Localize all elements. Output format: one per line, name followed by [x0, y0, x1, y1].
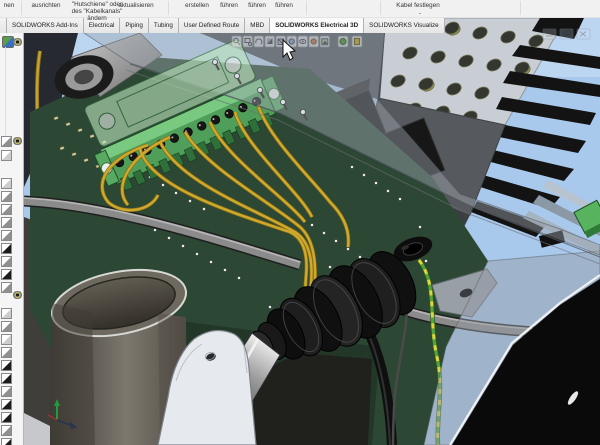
toolbar-separator — [168, 1, 169, 15]
appearance-triangle-icon — [1, 217, 12, 228]
display-pane-row[interactable] — [1, 150, 13, 162]
toolbar-button-aktualisieren[interactable]: aktualisieren — [112, 3, 160, 10]
eye-icon[interactable] — [12, 291, 23, 299]
commandmanager-tabs: SOLIDWORKS Add-Ins Electrical Piping Tub… — [0, 17, 445, 33]
toolbar-button-kabel-festlegen[interactable]: Kabel festlegen — [388, 3, 448, 10]
section-view-icon[interactable] — [265, 36, 275, 47]
appearance-triangle-icon — [1, 178, 12, 189]
appearance-triangle-icon — [1, 150, 12, 161]
appearance-triangle-icon — [1, 191, 12, 202]
eye-icon[interactable] — [12, 137, 23, 145]
display-pane-row[interactable] — [1, 282, 13, 294]
display-pane-row[interactable] — [1, 438, 13, 445]
edit-appearance-icon[interactable] — [309, 36, 319, 47]
display-pane-row[interactable] — [1, 334, 13, 346]
display-pane-row[interactable] — [1, 217, 13, 229]
appearance-triangle-icon — [1, 386, 12, 397]
doc-minimize-button[interactable] — [543, 29, 556, 39]
display-pane-row[interactable] — [1, 425, 13, 437]
display-pane-row[interactable] — [1, 243, 13, 255]
display-pane-strip — [0, 33, 24, 445]
toolbar-button-fuehren-3[interactable]: führen — [271, 3, 297, 10]
appearance-triangle-icon — [1, 399, 12, 410]
toolbar-button-fuehren-1[interactable]: führen — [216, 3, 242, 10]
toolbar-separator — [380, 1, 381, 15]
pane-divider — [5, 47, 6, 137]
display-pane-row[interactable] — [1, 347, 13, 359]
toolbar-separator — [306, 1, 307, 15]
tab-mbd[interactable]: MBD — [244, 17, 270, 33]
toolbar-button-ausrichten[interactable]: ausrichten — [26, 3, 66, 10]
hide-show-items-icon[interactable] — [298, 36, 308, 47]
appearance-triangle-icon — [1, 269, 12, 280]
display-pane-row[interactable] — [1, 136, 13, 148]
display-pane-row[interactable] — [1, 308, 13, 320]
toolbar-button-fuehren-2[interactable]: führen — [244, 3, 270, 10]
display-pane-row[interactable] — [1, 321, 13, 333]
previous-view-icon[interactable] — [254, 36, 264, 47]
document-window-controls — [543, 29, 590, 39]
tab-tubing[interactable]: Tubing — [148, 17, 179, 33]
display-pane-row[interactable] — [1, 269, 13, 281]
zoom-to-fit-icon[interactable] — [232, 36, 242, 47]
electrical-harness-icon[interactable] — [352, 36, 362, 47]
appearance-triangle-icon — [1, 334, 12, 345]
appearance-triangle-icon — [1, 204, 12, 215]
display-pane-row[interactable] — [1, 360, 13, 372]
doc-close-button[interactable] — [577, 29, 590, 39]
electrical-route-icon[interactable] — [338, 36, 348, 47]
toolbar-button-erstellen[interactable]: erstellen — [180, 3, 214, 10]
toolbar-separator — [21, 1, 22, 15]
appearance-triangle-icon — [1, 282, 12, 293]
display-pane-row[interactable] — [1, 373, 13, 385]
appearance-triangle-icon — [1, 321, 12, 332]
display-pane-row[interactable] — [1, 386, 13, 398]
appearance-triangle-icon — [1, 230, 12, 241]
display-pane-row[interactable] — [1, 412, 13, 424]
solidworks-window: nen ausrichten "Hutschiene" oder des "Ka… — [0, 0, 600, 445]
tab-solidworks-visualize[interactable]: SOLIDWORKS Visualize — [363, 17, 445, 33]
appearance-triangle-icon — [1, 425, 12, 436]
display-pane-row[interactable] — [1, 204, 13, 216]
tab-user-defined-route[interactable]: User Defined Route — [178, 17, 245, 33]
display-pane-row[interactable] — [1, 191, 13, 203]
eye-icon[interactable] — [12, 38, 23, 46]
appearance-triangle-icon — [1, 256, 12, 267]
appearance-triangle-icon — [1, 373, 12, 384]
toolbar-overflow-dash: - — [414, 11, 426, 18]
doc-restore-button[interactable] — [560, 29, 573, 39]
toolbar-button-partial[interactable]: nen — [0, 3, 18, 10]
display-pane-row[interactable] — [1, 256, 13, 268]
apply-scene-icon[interactable] — [320, 36, 330, 47]
display-pane-row[interactable] — [1, 178, 13, 190]
appearance-triangle-icon — [1, 412, 12, 423]
appearance-triangle-icon — [1, 136, 12, 147]
command-toolbar: nen ausrichten "Hutschiene" oder des "Ka… — [0, 0, 600, 18]
display-pane-row[interactable] — [1, 230, 13, 242]
appearance-triangle-icon — [1, 438, 12, 445]
appearance-triangle-icon — [1, 347, 12, 358]
appearance-triangle-icon — [1, 308, 12, 319]
display-pane-row[interactable] — [1, 399, 13, 411]
tab-solidworks-electrical-3d[interactable]: SOLIDWORKS Electrical 3D — [269, 17, 364, 33]
toolbar-separator — [520, 1, 521, 15]
viewport-3d[interactable] — [0, 17, 600, 445]
appearance-triangle-icon — [1, 243, 12, 254]
appearance-triangle-icon — [1, 360, 12, 371]
zoom-to-area-icon[interactable] — [243, 36, 253, 47]
